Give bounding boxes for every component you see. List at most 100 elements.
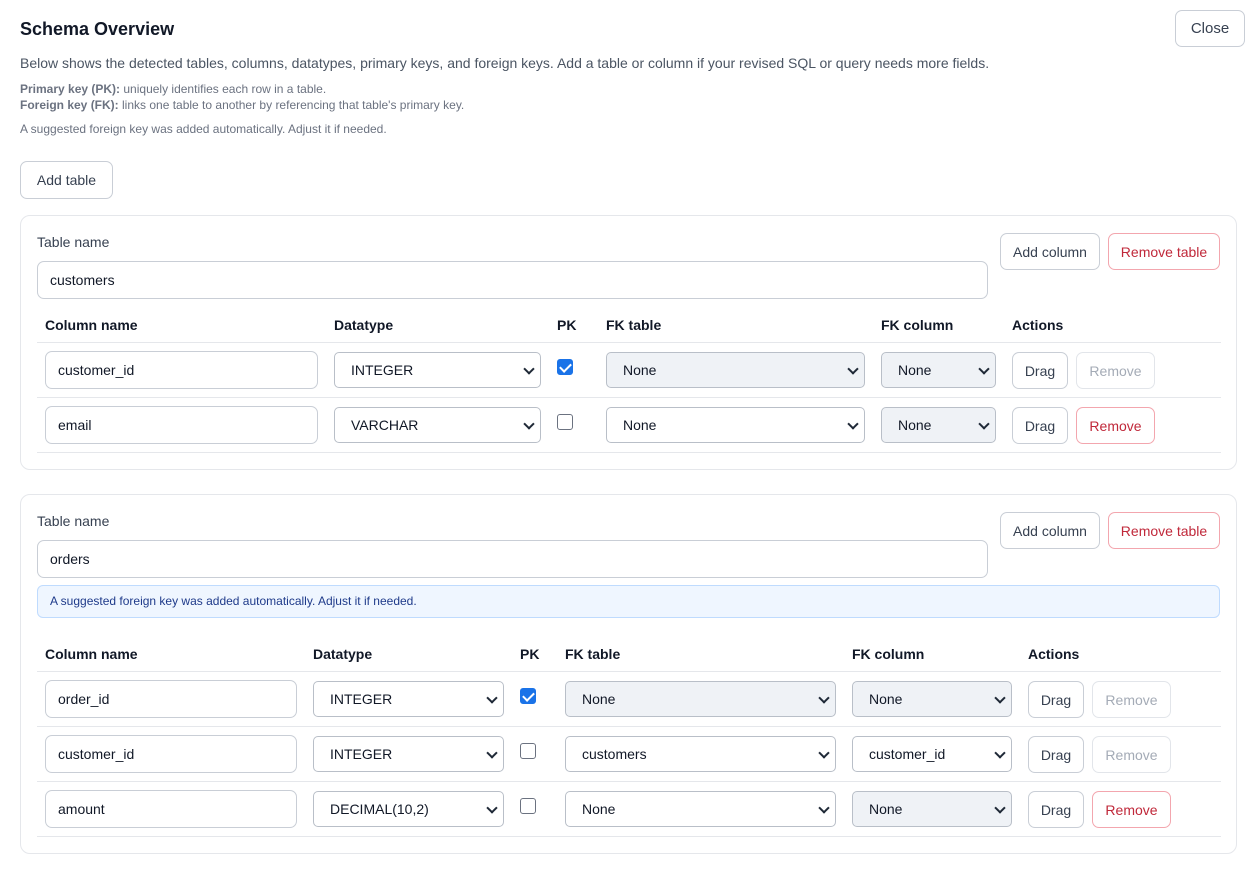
drag-button[interactable]: Drag xyxy=(1012,352,1068,389)
chevron-down-icon xyxy=(486,692,498,704)
column-name-input[interactable]: amount xyxy=(45,790,297,828)
datatype-value: INTEGER xyxy=(330,691,393,707)
fk-table-value: None xyxy=(582,801,616,817)
close-button[interactable]: Close xyxy=(1175,10,1245,47)
column-header-name: Column name xyxy=(45,317,138,333)
chevron-down-icon xyxy=(523,363,535,375)
add-column-button[interactable]: Add column xyxy=(1000,233,1100,270)
pk-note: Primary key (PK): uniquely identifies ea… xyxy=(20,82,326,96)
table-name-label: Table name xyxy=(37,234,110,250)
fk-table-value: None xyxy=(623,362,657,378)
chevron-down-icon xyxy=(486,802,498,814)
column-header-pk: PK xyxy=(557,317,577,333)
page-title: Schema Overview xyxy=(20,19,175,39)
chevron-down-icon xyxy=(523,418,535,430)
pk-checkbox[interactable] xyxy=(520,743,536,759)
fk-column-select[interactable]: None xyxy=(881,352,996,388)
column-name-input[interactable]: customer_id xyxy=(45,351,318,389)
pk-checkbox[interactable] xyxy=(520,688,536,704)
chevron-down-icon xyxy=(978,418,990,430)
column-header-datatype: Datatype xyxy=(334,317,394,333)
fk-suggestion-info: A suggested foreign key was added automa… xyxy=(37,585,1220,618)
pk-checkbox[interactable] xyxy=(557,414,573,430)
column-header-fk-column: FK column xyxy=(881,317,954,333)
page-description: Below shows the detected tables, columns… xyxy=(20,55,990,71)
chevron-down-icon xyxy=(847,363,859,375)
fk-table-select[interactable]: customers xyxy=(565,736,836,772)
datatype-value: INTEGER xyxy=(351,362,414,378)
fk-table-select[interactable]: None xyxy=(565,791,836,827)
remove-column-button[interactable]: Remove xyxy=(1092,681,1171,718)
divider xyxy=(37,726,1221,727)
chevron-down-icon xyxy=(486,747,498,759)
divider xyxy=(37,452,1221,453)
fk-table-select[interactable]: None xyxy=(606,352,865,388)
datatype-select[interactable]: INTEGER xyxy=(334,352,541,388)
remove-column-button[interactable]: Remove xyxy=(1076,407,1155,444)
datatype-value: DECIMAL(10,2) xyxy=(330,801,429,817)
fk-table-value: None xyxy=(582,691,616,707)
divider xyxy=(37,836,1221,837)
fk-table-value: customers xyxy=(582,746,647,762)
fk-column-value: None xyxy=(898,417,932,433)
fk-column-value: None xyxy=(869,801,903,817)
add-column-button[interactable]: Add column xyxy=(1000,512,1100,549)
fk-column-value: customer_id xyxy=(869,746,946,762)
pk-checkbox[interactable] xyxy=(520,798,536,814)
column-name-input[interactable]: email xyxy=(45,406,318,444)
divider xyxy=(37,397,1221,398)
column-header-fk-table: FK table xyxy=(565,646,621,662)
column-header-pk: PK xyxy=(520,646,540,662)
chevron-down-icon xyxy=(818,747,830,759)
fk-column-select[interactable]: None xyxy=(881,407,996,443)
divider xyxy=(37,342,1221,343)
fk-note: Foreign key (FK): links one table to ano… xyxy=(20,98,464,112)
column-name-input[interactable]: customer_id xyxy=(45,735,297,773)
column-header-name: Column name xyxy=(45,646,138,662)
column-header-datatype: Datatype xyxy=(313,646,373,662)
remove-column-button[interactable]: Remove xyxy=(1092,791,1171,828)
fk-column-value: None xyxy=(869,691,903,707)
divider xyxy=(37,781,1221,782)
fk-column-select[interactable]: None xyxy=(852,681,1012,717)
chevron-down-icon xyxy=(978,363,990,375)
divider xyxy=(37,671,1221,672)
chevron-down-icon xyxy=(994,692,1006,704)
fk-column-value: None xyxy=(898,362,932,378)
fk-table-value: None xyxy=(623,417,657,433)
datatype-select[interactable]: DECIMAL(10,2) xyxy=(313,791,504,827)
remove-column-button[interactable]: Remove xyxy=(1076,352,1155,389)
fk-column-select[interactable]: None xyxy=(852,791,1012,827)
chevron-down-icon xyxy=(847,418,859,430)
datatype-value: INTEGER xyxy=(330,746,393,762)
fk-column-select[interactable]: customer_id xyxy=(852,736,1012,772)
add-table-button[interactable]: Add table xyxy=(20,161,113,199)
datatype-select[interactable]: INTEGER xyxy=(313,736,504,772)
drag-button[interactable]: Drag xyxy=(1012,407,1068,444)
drag-button[interactable]: Drag xyxy=(1028,681,1084,718)
datatype-value: VARCHAR xyxy=(351,417,419,433)
remove-column-button[interactable]: Remove xyxy=(1092,736,1171,773)
column-name-input[interactable]: order_id xyxy=(45,680,297,718)
remove-table-button[interactable]: Remove table xyxy=(1108,512,1220,549)
fk-term: Foreign key (FK): xyxy=(20,98,119,112)
pk-checkbox[interactable] xyxy=(557,359,573,375)
drag-button[interactable]: Drag xyxy=(1028,791,1084,828)
chevron-down-icon xyxy=(818,692,830,704)
fk-table-select[interactable]: None xyxy=(606,407,865,443)
fk-text: links one table to another by referencin… xyxy=(118,98,465,112)
table-name-label: Table name xyxy=(37,513,110,529)
pk-text: uniquely identifies each row in a table. xyxy=(120,82,327,96)
datatype-select[interactable]: VARCHAR xyxy=(334,407,541,443)
suggestion-note: A suggested foreign key was added automa… xyxy=(20,122,387,136)
fk-table-select[interactable]: None xyxy=(565,681,836,717)
column-header-fk-table: FK table xyxy=(606,317,662,333)
datatype-select[interactable]: INTEGER xyxy=(313,681,504,717)
drag-button[interactable]: Drag xyxy=(1028,736,1084,773)
chevron-down-icon xyxy=(818,802,830,814)
pk-term: Primary key (PK): xyxy=(20,82,121,96)
table-name-input[interactable]: orders xyxy=(37,540,988,578)
table-name-input[interactable]: customers xyxy=(37,261,988,299)
chevron-down-icon xyxy=(994,802,1006,814)
remove-table-button[interactable]: Remove table xyxy=(1108,233,1220,270)
